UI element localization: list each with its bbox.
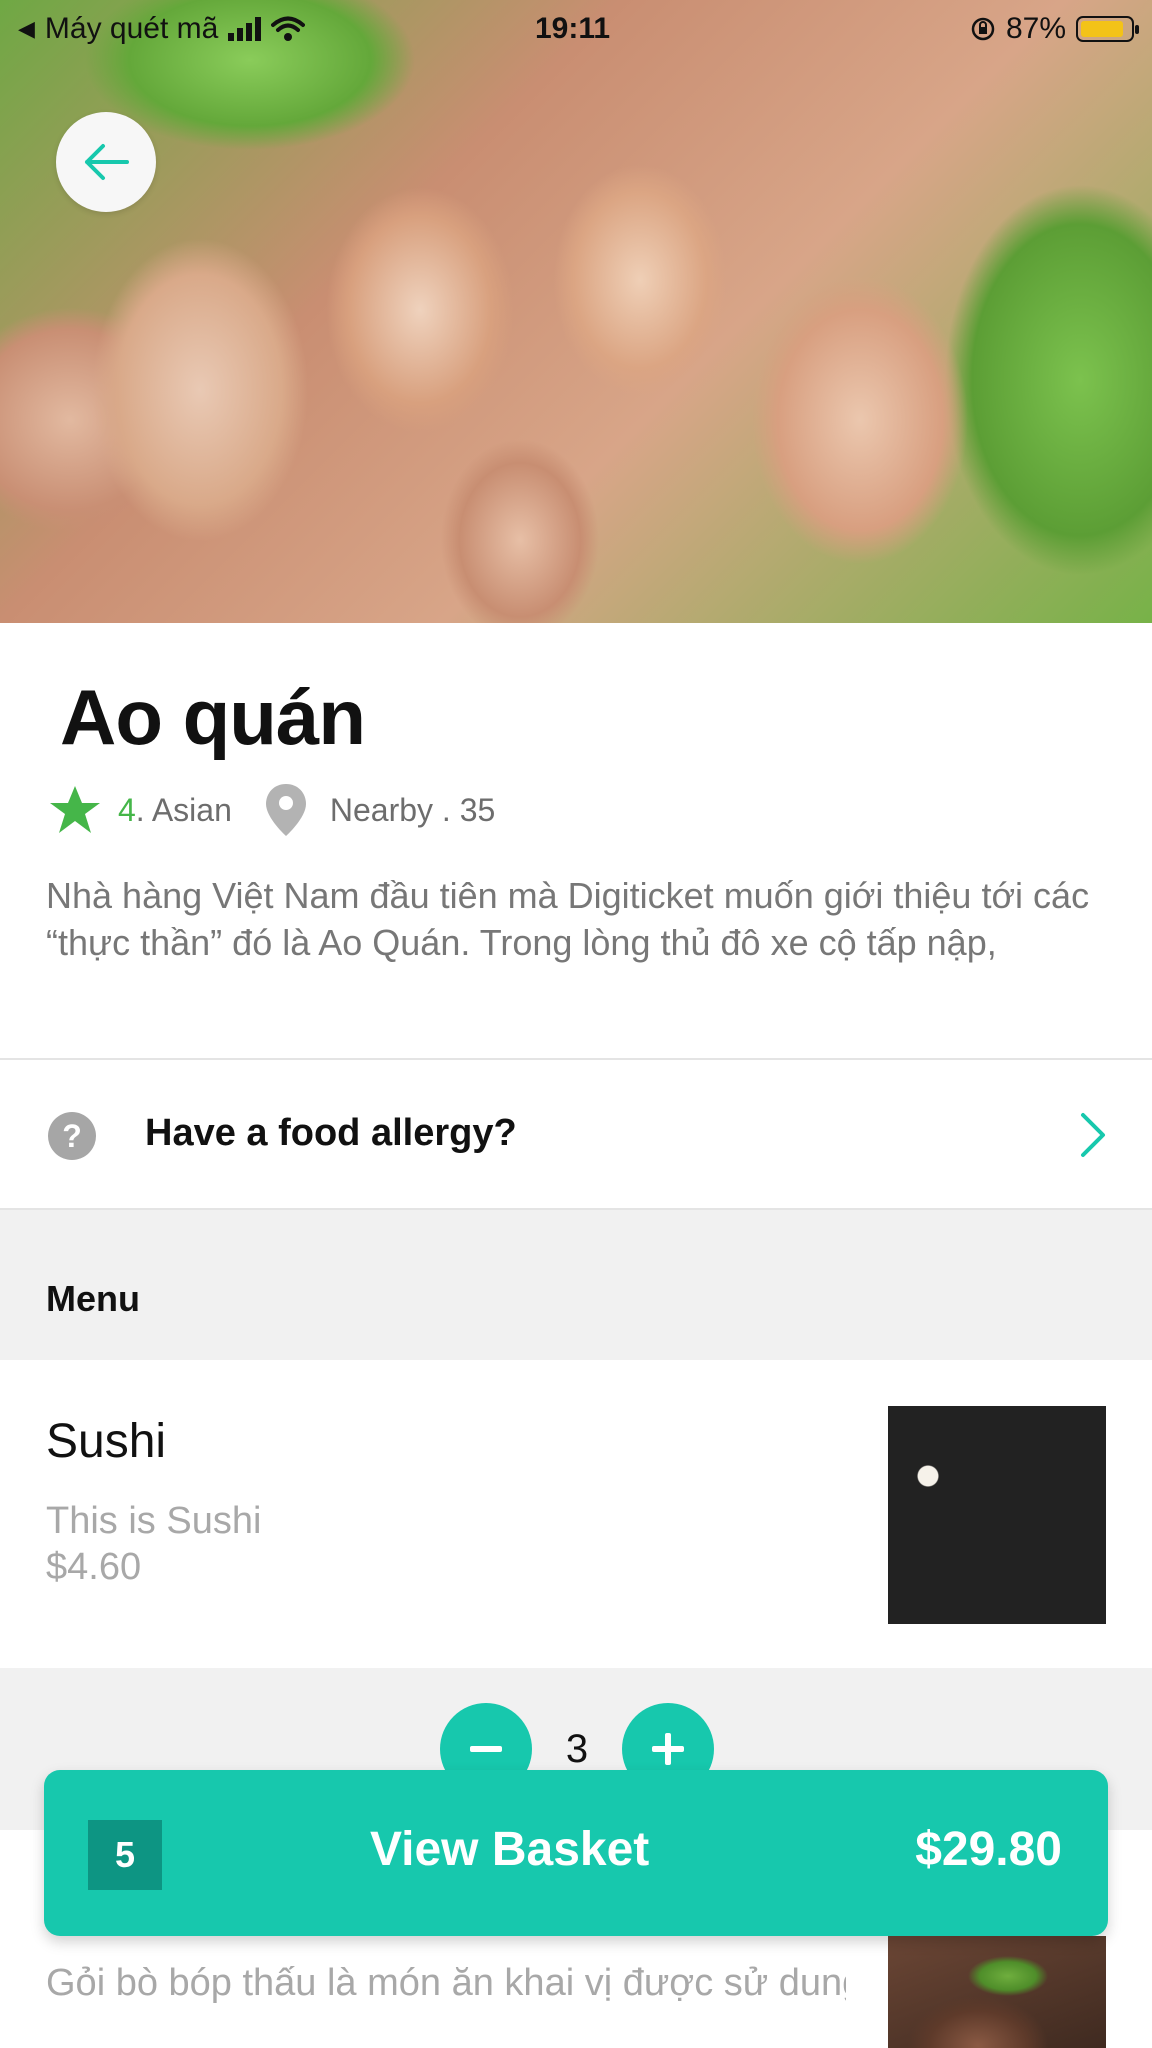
restaurant-name: Ao quán bbox=[60, 673, 366, 761]
food-allergy-row[interactable]: ? Have a food allergy? bbox=[0, 1060, 1152, 1210]
view-basket-button[interactable]: 5 View Basket $29.80 bbox=[44, 1770, 1108, 1936]
location-pin-icon bbox=[265, 784, 306, 836]
rotation-lock-icon bbox=[971, 17, 995, 41]
menu-item-price: $4.60 bbox=[46, 1546, 142, 1588]
wifi-icon bbox=[271, 16, 306, 41]
menu-item-card[interactable]: Sushi This is Sushi $4.60 bbox=[0, 1360, 1152, 1668]
minus-icon bbox=[470, 1746, 502, 1752]
battery-percent: 87% bbox=[1005, 12, 1066, 45]
basket-count-badge: 5 bbox=[88, 1820, 162, 1890]
back-to-app-icon[interactable]: ◀ bbox=[18, 16, 35, 42]
signal-icon bbox=[228, 17, 262, 41]
view-basket-label: View Basket bbox=[370, 1823, 650, 1876]
food-allergy-label: Have a food allergy? bbox=[145, 1112, 517, 1154]
status-bar: ◀ Máy quét mã 19:11 87% bbox=[0, 0, 1152, 60]
battery-icon bbox=[1076, 16, 1139, 42]
help-icon: ? bbox=[48, 1112, 96, 1160]
restaurant-description: Nhà hàng Việt Nam đầu tiên mà Digiticket… bbox=[46, 875, 1090, 963]
arrow-left-icon bbox=[85, 144, 129, 180]
plus-icon bbox=[652, 1733, 684, 1765]
chevron-right-icon bbox=[1081, 1113, 1105, 1157]
menu-item-description: This is Sushi bbox=[46, 1500, 262, 1542]
cuisine-label: . Asian bbox=[135, 791, 232, 828]
restaurant-meta: 4 . Asian Nearby . 35 bbox=[48, 782, 495, 838]
location-label: Nearby . 35 bbox=[329, 791, 496, 828]
menu-heading: Menu bbox=[46, 1278, 140, 1319]
quantity-value: 3 bbox=[565, 1726, 589, 1771]
menu-item-description: Gỏi bò bóp thấu là món ăn khai vị được s… bbox=[46, 1962, 846, 2004]
clock: 19:11 bbox=[535, 12, 611, 45]
back-button[interactable] bbox=[56, 112, 156, 212]
basket-total: $29.80 bbox=[915, 1823, 1062, 1876]
star-icon bbox=[50, 786, 100, 833]
menu-item-image bbox=[888, 1406, 1106, 1624]
rating-value: 4 bbox=[118, 791, 136, 828]
back-to-app-label[interactable]: Máy quét mã bbox=[45, 12, 218, 46]
hero-image bbox=[0, 0, 1152, 623]
menu-item-name: Sushi bbox=[46, 1415, 167, 1468]
menu-item-image bbox=[888, 1936, 1106, 2048]
